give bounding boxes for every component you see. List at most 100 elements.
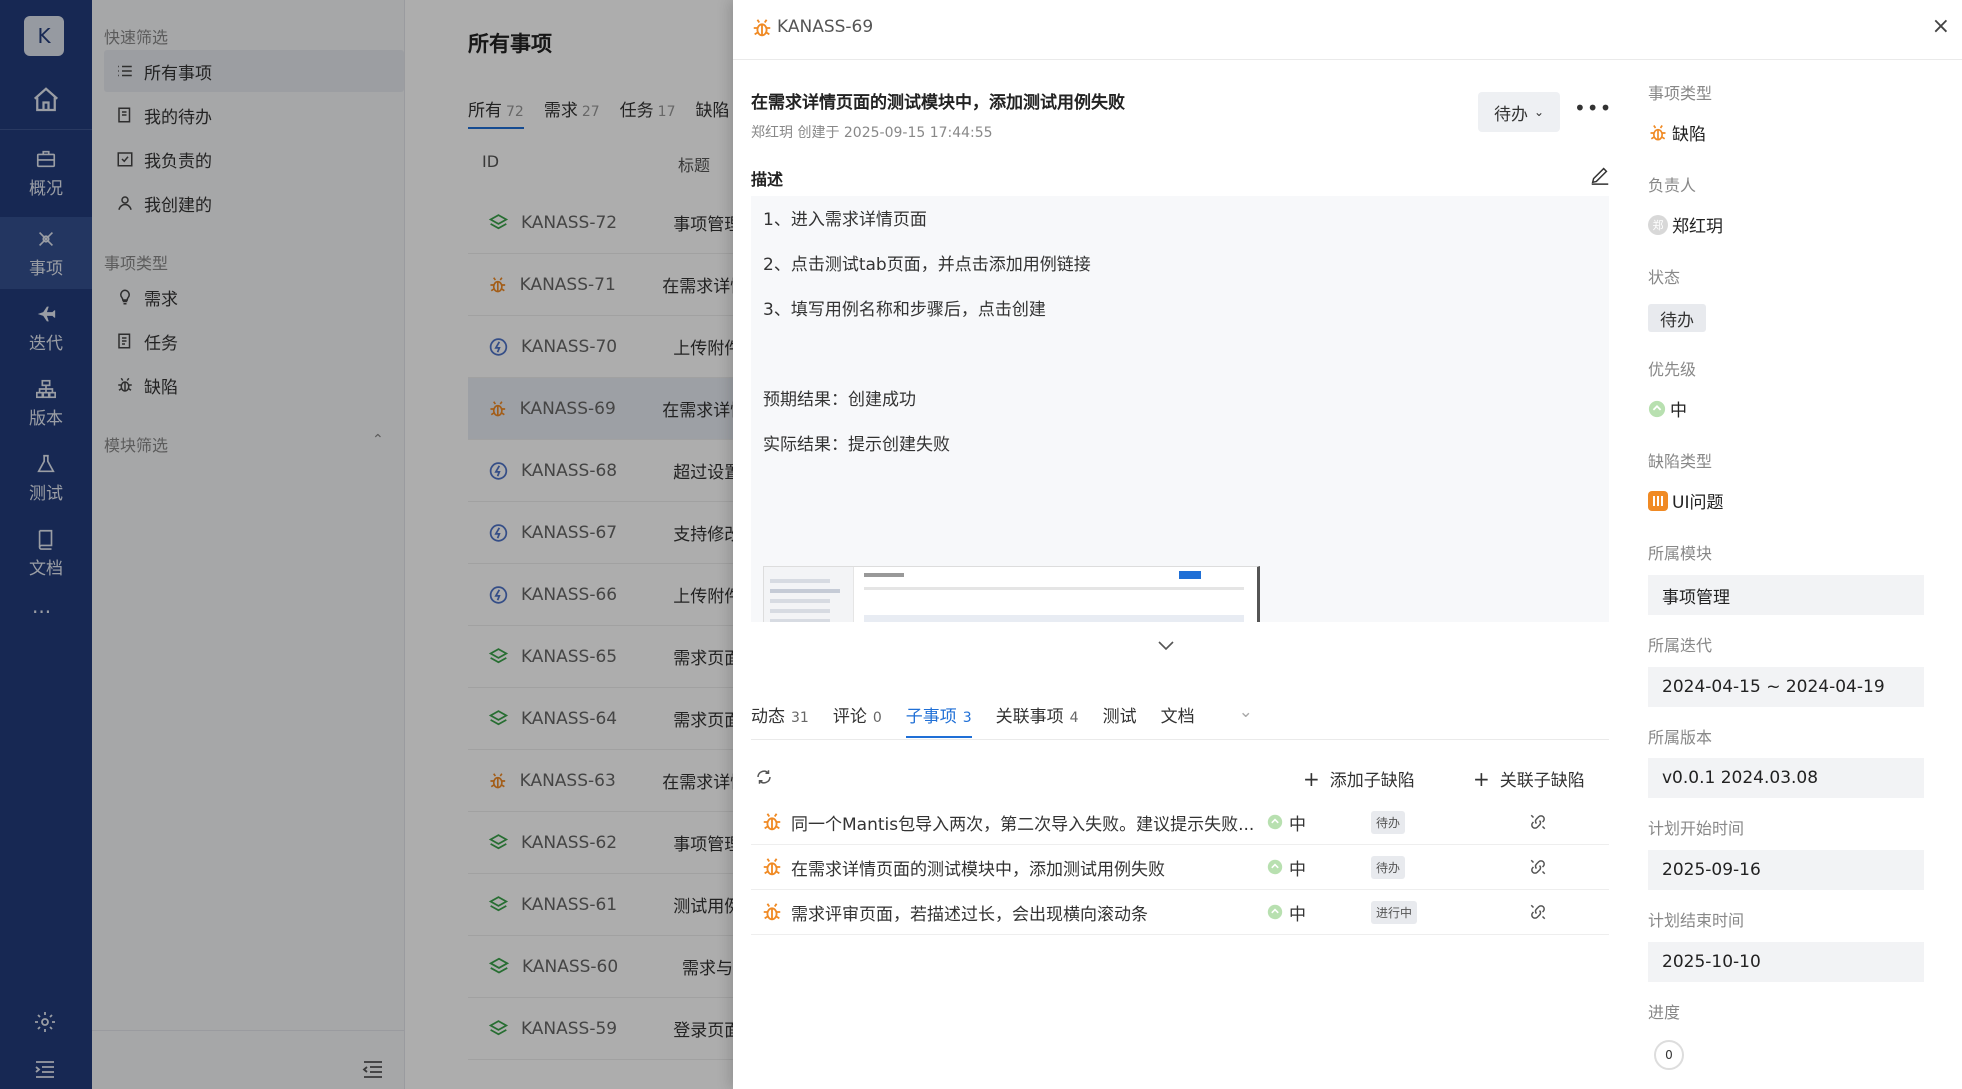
- owner-value[interactable]: 郑 郑红玥: [1648, 212, 1723, 237]
- table-row[interactable]: KANASS-67 支持修改: [468, 502, 738, 564]
- subitem-row[interactable]: 同一个Mantis包导入两次，第二次导入失败。建议提示失败... 中待办: [751, 800, 1609, 845]
- bug-type-value[interactable]: UI问题: [1648, 488, 1723, 513]
- story-icon: [488, 833, 509, 849]
- plan-start-field[interactable]: 2025-09-16: [1648, 850, 1924, 890]
- table-row[interactable]: KANASS-72 事项管理: [468, 192, 738, 254]
- rail-item-sprint[interactable]: 迭代: [0, 292, 92, 364]
- progress-circle[interactable]: 0: [1654, 1040, 1684, 1070]
- screenshot-thumbnail[interactable]: [763, 566, 1260, 622]
- refresh-button[interactable]: [755, 768, 773, 786]
- filter-my-created[interactable]: 我创建的: [104, 182, 404, 224]
- description-line: 2、点击测试tab页面，并点击添加用例链接: [763, 255, 1091, 275]
- link-child-bug-button[interactable]: + 关联子缺陷: [1473, 766, 1585, 791]
- chevron-down-icon[interactable]: ⌄: [1239, 702, 1253, 739]
- table-row[interactable]: KANASS-60 需求与: [468, 936, 738, 998]
- filter-my-todo[interactable]: 我的待办: [104, 94, 404, 136]
- subitem-row[interactable]: 需求评审页面，若描述过长，会出现横向滚动条中进行中: [751, 890, 1609, 935]
- filter-all-issues[interactable]: 所有事项: [104, 50, 404, 92]
- expand-description-button[interactable]: [1157, 640, 1175, 652]
- module-label: 所属模块: [1648, 544, 1713, 563]
- tab-docs[interactable]: 文档: [1161, 702, 1195, 739]
- rail-item-test[interactable]: 测试: [0, 442, 92, 514]
- status-dropdown[interactable]: 待办 ⌄: [1478, 92, 1560, 132]
- story-icon: [488, 957, 510, 974]
- collapse-rail-button[interactable]: [34, 1060, 56, 1078]
- subitem-title[interactable]: 同一个Mantis包导入两次，第二次导入失败。建议提示失败...: [791, 810, 1267, 835]
- table-row[interactable]: KANASS-66 上传附件: [468, 564, 738, 626]
- bug-type-label: 缺陷类型: [1648, 452, 1713, 471]
- version-field[interactable]: v0.0.1 2024.03.08: [1648, 758, 1924, 798]
- subitem-toolbar: + 添加子缺陷 + 关联子缺陷: [751, 760, 1609, 800]
- table-row[interactable]: KANASS-68 超过设置: [468, 440, 738, 502]
- bug-icon: [490, 276, 506, 292]
- collapse-sidebar-button[interactable]: [362, 1060, 384, 1078]
- rail-item-overview[interactable]: 概况: [0, 137, 92, 209]
- chevron-down-icon: [1158, 641, 1174, 651]
- add-child-bug-button[interactable]: + 添加子缺陷: [1303, 766, 1415, 791]
- subitem-row[interactable]: 在需求详情页面的测试模块中，添加测试用例失败中待办: [751, 845, 1609, 890]
- rail-item-docs[interactable]: 文档: [0, 517, 92, 589]
- unlink-button[interactable]: [1529, 903, 1547, 921]
- sprint-field[interactable]: 2024-04-15 ~ 2024-04-19: [1648, 667, 1924, 707]
- description-content[interactable]: 1、进入需求详情页面 2、点击测试tab页面，并点击添加用例链接 3、填写用例名…: [751, 196, 1609, 622]
- table-row[interactable]: KANASS-65 需求页面: [468, 626, 738, 688]
- tab-activity[interactable]: 动态 31: [751, 702, 809, 739]
- rail-item-issues[interactable]: 事项: [0, 217, 92, 289]
- table-row[interactable]: KANASS-69 在需求详情: [468, 378, 738, 440]
- rail-item-label: 事项: [29, 258, 63, 279]
- tab-all[interactable]: 所有 72: [468, 96, 524, 129]
- priority-medium-icon: [1648, 400, 1666, 417]
- tab-test[interactable]: 测试: [1103, 702, 1137, 739]
- unlink-button[interactable]: [1529, 813, 1547, 831]
- filter-type-task[interactable]: 任务: [104, 320, 404, 362]
- status-badge[interactable]: 待办: [1648, 304, 1706, 332]
- issue-title[interactable]: 在需求详情页面的测试模块中，添加测试用例失败: [751, 88, 1125, 113]
- filter-type-bug[interactable]: 缺陷: [104, 364, 404, 406]
- plan-end-field[interactable]: 2025-10-10: [1648, 942, 1924, 982]
- unlink-button[interactable]: [1529, 858, 1547, 876]
- close-button[interactable]: ×: [1932, 14, 1950, 39]
- table-row[interactable]: KANASS-61 测试用例: [468, 874, 738, 936]
- table-row[interactable]: KANASS-59 登录页面: [468, 998, 738, 1060]
- tab-subitems[interactable]: 子事项 3: [905, 702, 972, 738]
- plus-icon: +: [1473, 767, 1490, 791]
- row-title: 在需求详情: [662, 277, 738, 297]
- table-row[interactable]: KANASS-70 上传附件: [468, 316, 738, 378]
- bug-icon: [763, 813, 781, 831]
- table-row[interactable]: KANASS-62 事项管理: [468, 812, 738, 874]
- more-actions-button[interactable]: •••: [1574, 96, 1612, 120]
- tab-comments[interactable]: 评论 0: [833, 702, 882, 739]
- table-row[interactable]: KANASS-63 在需求详情: [468, 750, 738, 812]
- module-filter-header[interactable]: 模块筛选: [104, 432, 168, 456]
- subitem-title[interactable]: 在需求详情页面的测试模块中，添加测试用例失败: [791, 855, 1267, 880]
- value-text: 缺陷: [1672, 125, 1706, 145]
- table-row[interactable]: KANASS-71 在需求详情: [468, 254, 738, 316]
- chevron-down-icon: ⌄: [1533, 105, 1545, 119]
- filter-sidebar: 快速筛选 所有事项 我的待办 我负责的 我创建的 事项类型 需求 任务 缺陷 模…: [92, 0, 405, 1089]
- user-avatar[interactable]: K: [24, 16, 64, 56]
- settings-button[interactable]: [33, 1010, 57, 1034]
- tab-label: 文档: [1160, 707, 1195, 727]
- filter-type-story[interactable]: 需求: [104, 276, 404, 318]
- rail-item-version[interactable]: 版本: [0, 367, 92, 439]
- priority-value[interactable]: 中: [1648, 396, 1687, 421]
- task-icon: [489, 337, 508, 356]
- tab-task[interactable]: 任务 17: [620, 96, 676, 129]
- table-row[interactable]: KANASS-64 需求页面: [468, 688, 738, 750]
- home-button[interactable]: [0, 70, 92, 130]
- module-field[interactable]: 事项管理: [1648, 575, 1924, 615]
- row-title: 需求页面: [673, 711, 738, 731]
- tab-label: 关联事项: [995, 707, 1064, 727]
- tab-linked[interactable]: 关联事项 4: [996, 702, 1079, 739]
- more-menu-button[interactable]: ···: [32, 600, 51, 624]
- plan-start-label: 计划开始时间: [1648, 819, 1745, 838]
- edit-description-button[interactable]: [1589, 164, 1611, 186]
- expand-collapse-icon[interactable]: ⌃: [372, 432, 384, 448]
- tab-story[interactable]: 需求 27: [544, 96, 600, 129]
- filter-label: 我的待办: [144, 107, 212, 128]
- subitem-title[interactable]: 需求评审页面，若描述过长，会出现横向滚动条: [791, 900, 1267, 925]
- filter-my-responsible[interactable]: 我负责的: [104, 138, 404, 180]
- tab-bug[interactable]: 缺陷: [695, 96, 729, 129]
- indent-icon: [35, 1061, 54, 1078]
- type-value[interactable]: 缺陷: [1648, 120, 1706, 145]
